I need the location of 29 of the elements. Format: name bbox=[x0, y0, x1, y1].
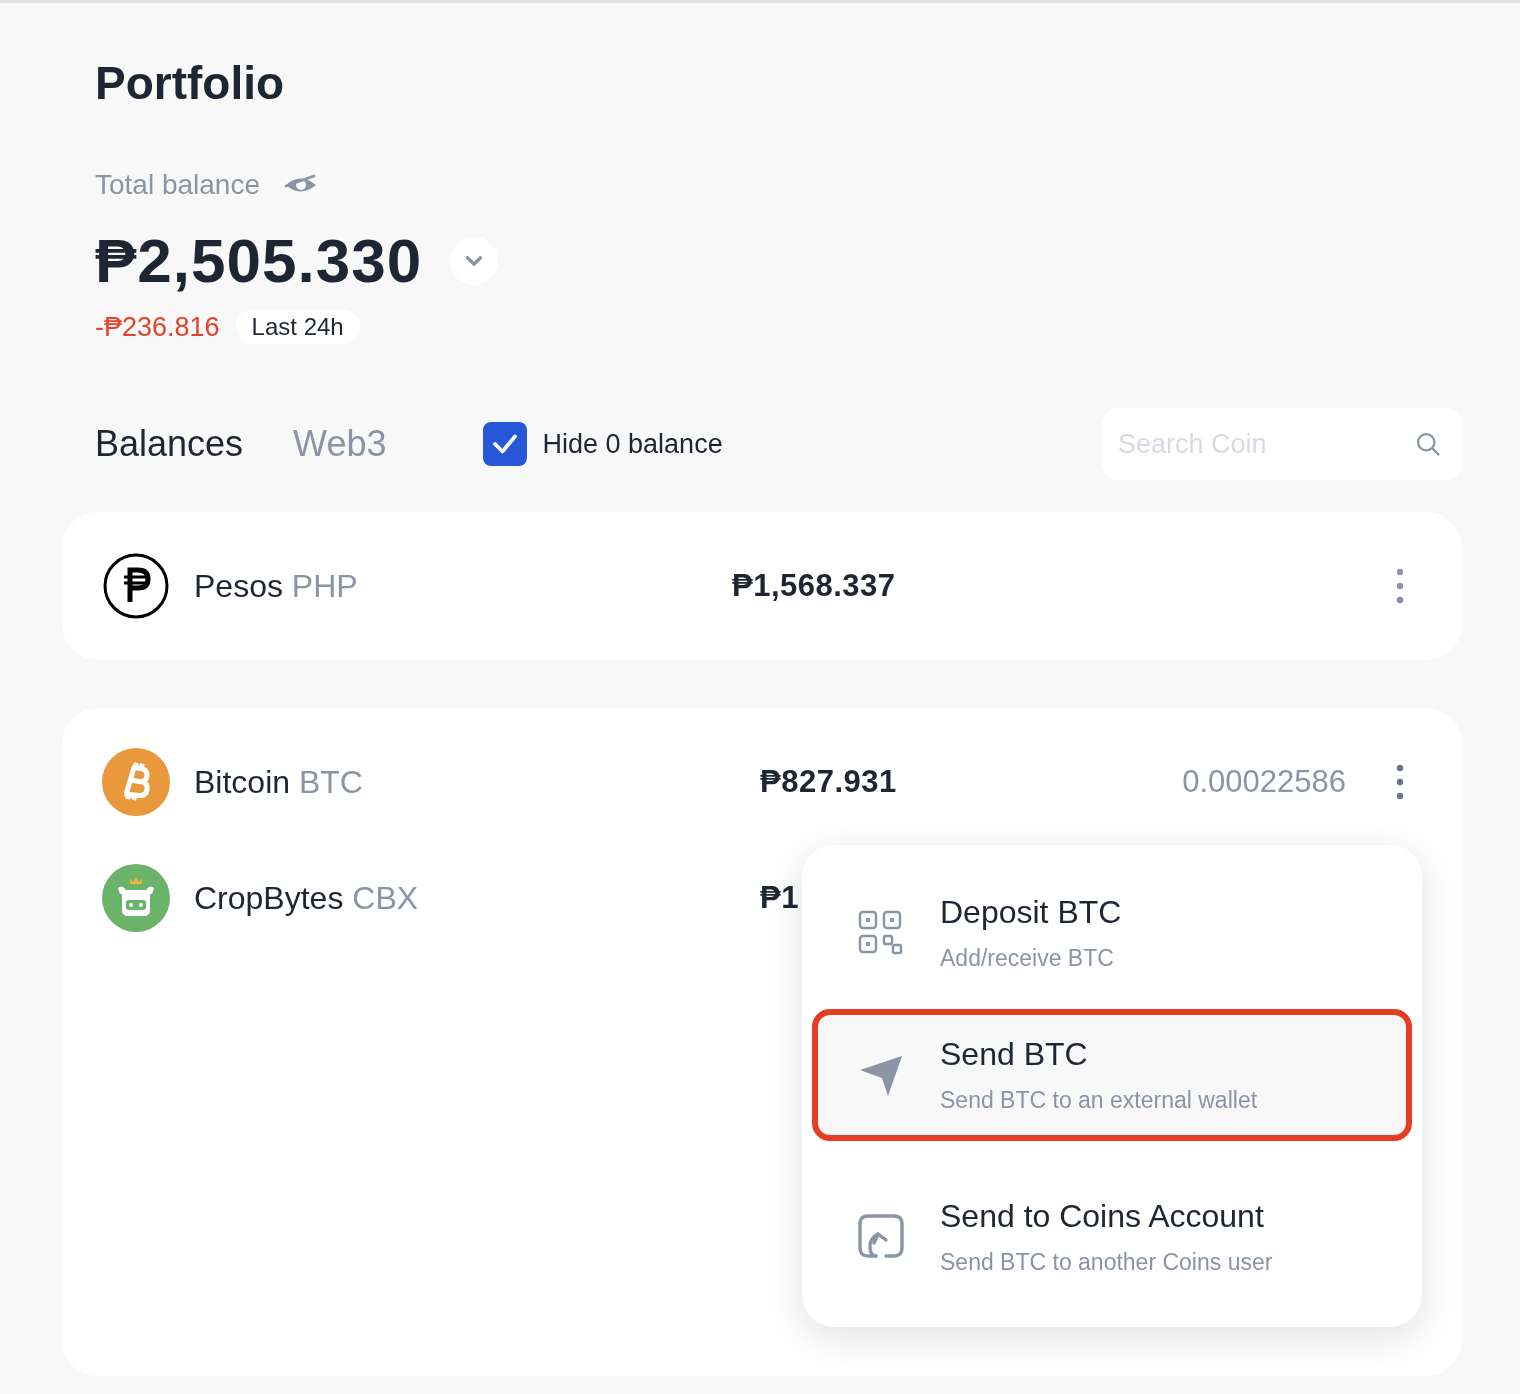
coin-value: ₱827.931 bbox=[760, 764, 898, 800]
page-title: Portfolio bbox=[95, 56, 286, 111]
menu-item-subtitle: Add/receive BTC bbox=[940, 945, 1115, 972]
cow-coin-icon bbox=[102, 864, 170, 932]
menu-item-title: Send BTC bbox=[940, 1036, 1089, 1073]
menu-item[interactable]: Deposit BTC Add/receive BTC bbox=[812, 867, 1412, 999]
coin-name: Bitcoin BTC bbox=[194, 763, 364, 801]
checkbox-label: Hide 0 balance bbox=[542, 428, 723, 460]
menu-item[interactable]: Send to Coins Account Send BTC to another Coins user bbox=[812, 1171, 1412, 1303]
balance-label: Total balance bbox=[95, 169, 260, 201]
coin-name: Pesos PHP bbox=[194, 567, 359, 605]
kebab-icon bbox=[1396, 764, 1404, 800]
coin-quantity: 0.00022586 bbox=[1181, 764, 1347, 800]
menu-item-subtitle: Send BTC to an external wallet bbox=[940, 1087, 1258, 1114]
total-balance: ₱2,505.330 bbox=[95, 225, 423, 296]
peso-coin-icon bbox=[102, 552, 170, 620]
kebab-icon bbox=[1396, 568, 1404, 604]
coin-name: CropBytes CBX bbox=[194, 879, 420, 917]
menu-item-subtitle: Send BTC to another Coins user bbox=[940, 1249, 1273, 1276]
menu-item-title: Deposit BTC bbox=[940, 894, 1122, 931]
tab[interactable]: Balances bbox=[95, 423, 244, 465]
checkbox[interactable] bbox=[482, 422, 527, 466]
menu-item-title: Send to Coins Account bbox=[940, 1198, 1265, 1235]
bitcoin-coin-icon bbox=[102, 748, 170, 816]
menu-item[interactable]: Send BTC Send BTC to an external wallet bbox=[812, 1009, 1412, 1141]
balance-change: -₱236.816 bbox=[95, 311, 220, 343]
period-badge: Last 24h bbox=[235, 310, 360, 344]
coin-value: ₱1,568.337 bbox=[732, 568, 897, 604]
search-icon bbox=[1414, 430, 1442, 458]
